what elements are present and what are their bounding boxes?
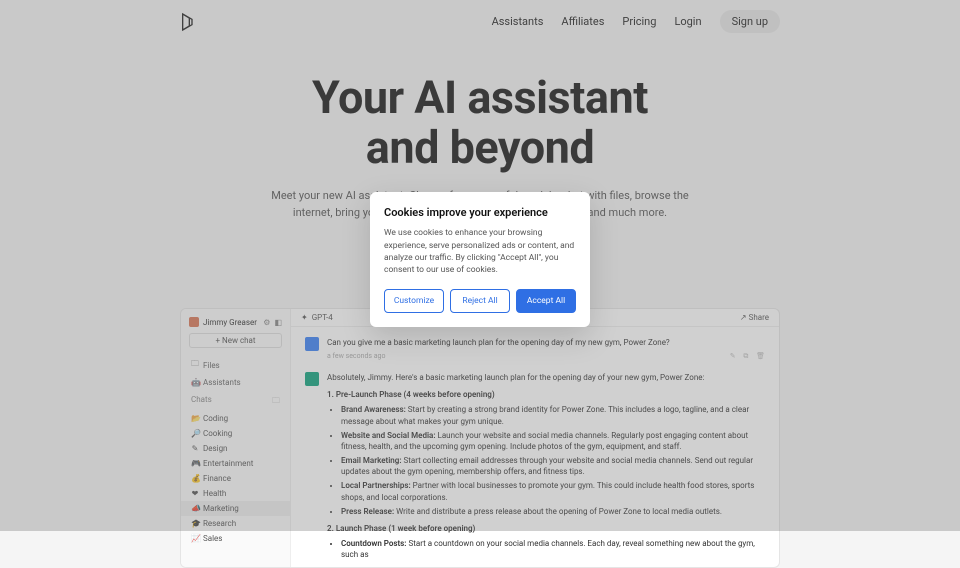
modal-overlay: Cookies improve your experience We use c… — [0, 0, 960, 531]
plan-bullet: Countdown Posts: Start a countdown on yo… — [341, 538, 765, 560]
cookie-accept-button[interactable]: Accept All — [516, 289, 576, 313]
cookie-title: Cookies improve your experience — [384, 206, 576, 219]
cookie-body: We use cookies to enhance your browsing … — [384, 227, 576, 276]
cookie-dialog: Cookies improve your experience We use c… — [370, 192, 590, 326]
folder-emoji-icon: 📈 — [191, 534, 199, 543]
cookie-customize-button[interactable]: Customize — [384, 289, 444, 313]
sidebar-folder-sales[interactable]: 📈Sales — [181, 531, 290, 546]
cookie-reject-button[interactable]: Reject All — [450, 289, 510, 313]
